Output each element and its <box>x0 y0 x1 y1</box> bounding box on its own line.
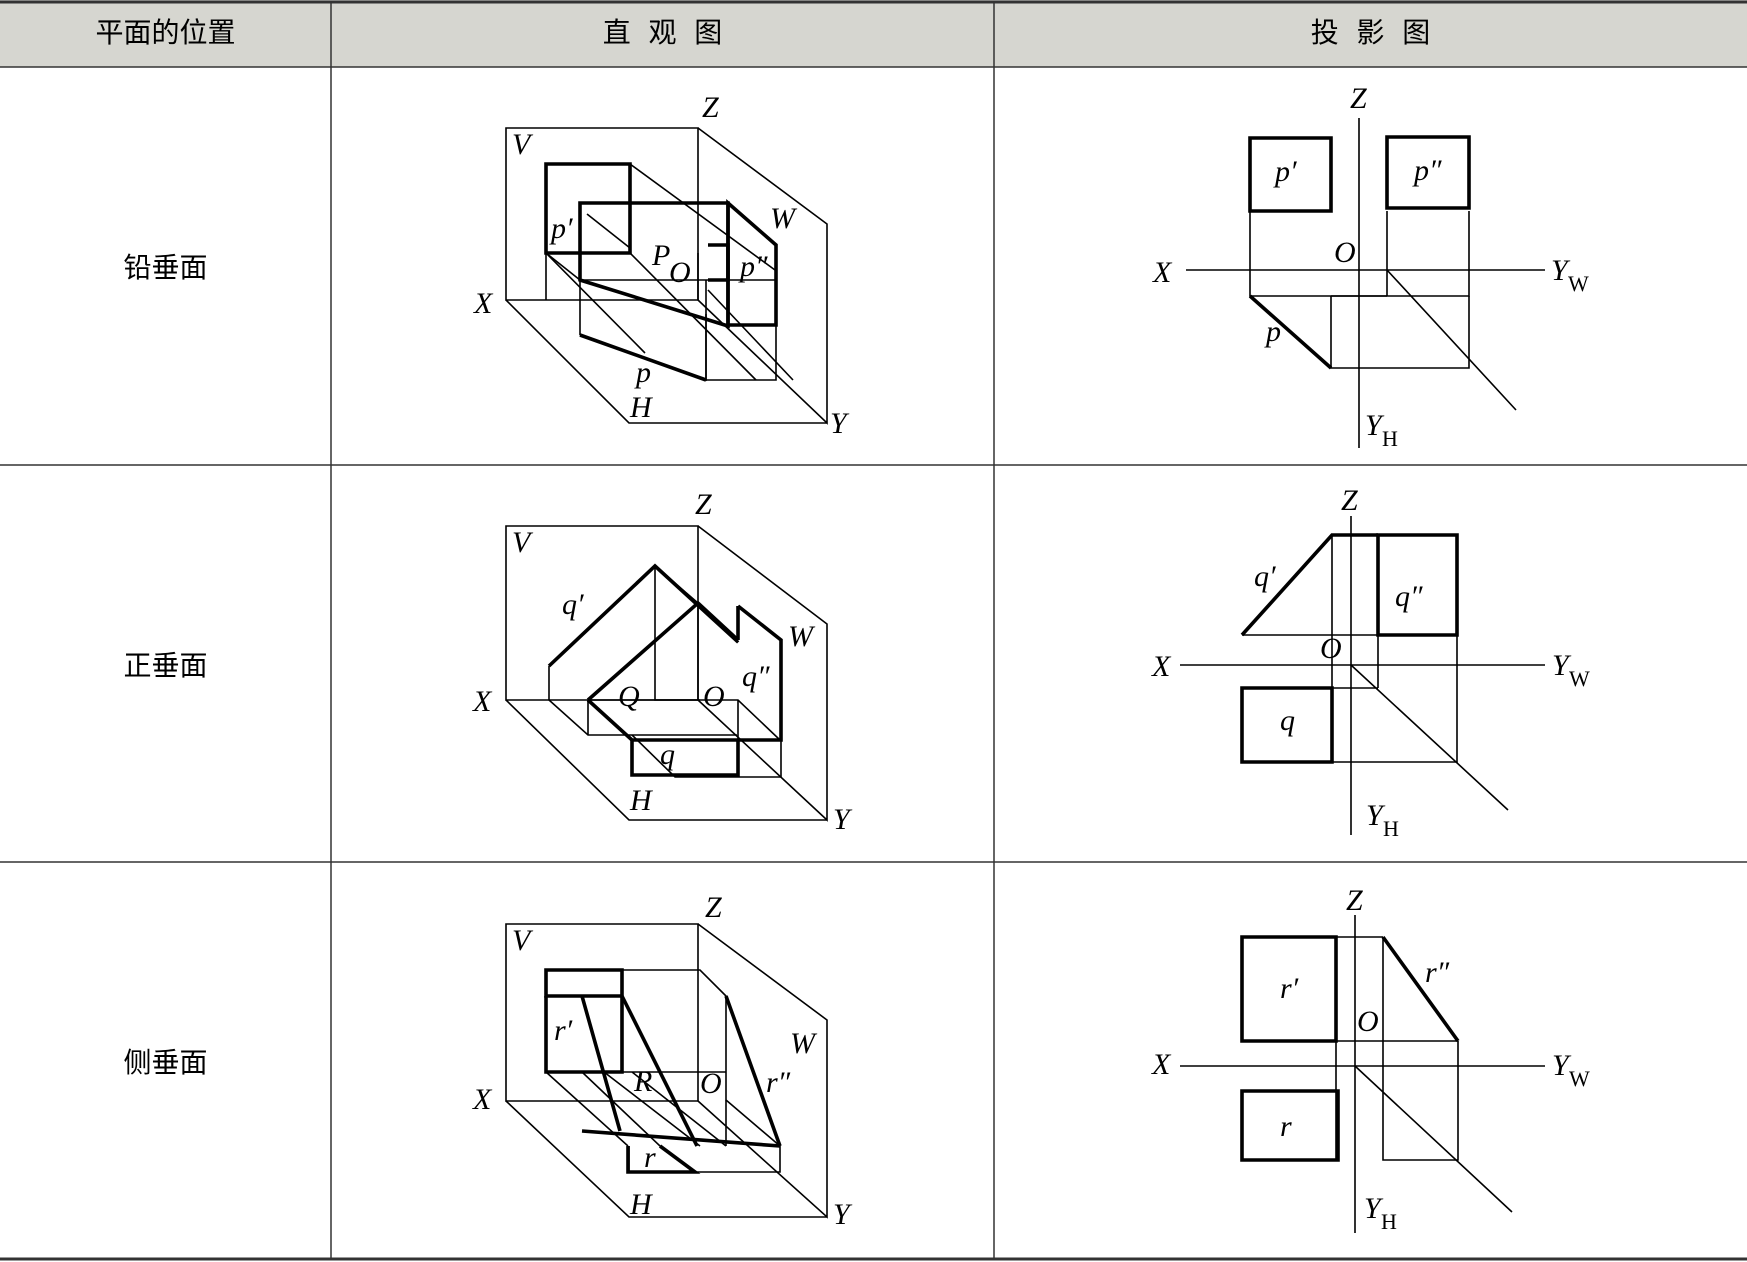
r1-iso-h: H <box>629 391 654 424</box>
r3-iso-w: W <box>790 1027 818 1060</box>
r2-proj-yw-sub: W <box>1569 666 1590 691</box>
r1-iso-front: p′ <box>549 212 573 245</box>
r1-proj-side: p″ <box>1412 154 1442 187</box>
r2-proj-front: q′ <box>1254 560 1276 593</box>
r1-iso-o: O <box>669 256 691 289</box>
r3-proj-yw-sub: W <box>1569 1066 1590 1091</box>
r1-proj-front: p′ <box>1273 155 1297 188</box>
row3-pictorial: V Z W X Y H O R r′ r″ r <box>472 891 853 1231</box>
r2-iso-x: X <box>472 685 493 718</box>
row1-projection: Z X O Y W Y H p′ p″ p <box>1152 82 1589 451</box>
r2-proj-z: Z <box>1341 484 1358 517</box>
r2-proj-x: X <box>1151 650 1172 683</box>
r3-proj-side: r″ <box>1425 956 1450 989</box>
r1-proj-o: O <box>1334 236 1356 269</box>
r1-iso-top: p <box>634 356 651 389</box>
r2-iso-z: Z <box>695 488 712 521</box>
r3-iso-y: Y <box>833 1198 853 1231</box>
r2-proj-top: q <box>1280 704 1295 737</box>
r2-iso-plane: Q <box>618 680 640 713</box>
r3-iso-front: r′ <box>554 1014 573 1047</box>
r2-iso-v: V <box>512 526 534 559</box>
r1-proj-yw-sub: W <box>1568 271 1589 296</box>
r1-proj-yh-sub: H <box>1382 426 1398 451</box>
row3-projection: Z X O Y W Y H r′ r″ r <box>1151 884 1590 1234</box>
r3-proj-yh-sub: H <box>1381 1209 1397 1234</box>
row2-pictorial: V Z W X Y H O Q q′ q″ q <box>472 488 853 836</box>
r1-iso-plane: P <box>651 239 670 272</box>
r3-iso-v: V <box>512 924 534 957</box>
r1-iso-side: p″ <box>738 250 768 283</box>
r1-iso-y: Y <box>830 407 850 440</box>
r1-iso-z: Z <box>702 91 719 124</box>
r2-proj-side: q″ <box>1395 580 1423 613</box>
r3-proj-z: Z <box>1346 884 1363 917</box>
r1-iso-w: W <box>770 202 798 235</box>
r1-proj-x: X <box>1152 256 1173 289</box>
r3-iso-h: H <box>629 1188 654 1221</box>
r2-iso-y: Y <box>833 803 853 836</box>
r3-iso-o: O <box>700 1067 722 1100</box>
r2-iso-top: q <box>660 738 675 771</box>
r3-iso-top: r <box>644 1141 656 1174</box>
r2-proj-o: O <box>1320 632 1342 665</box>
r1-proj-z: Z <box>1350 82 1367 115</box>
r1-iso-v: V <box>512 128 534 161</box>
r2-iso-side: q″ <box>742 660 770 693</box>
r3-proj-top: r <box>1280 1110 1292 1143</box>
drawings: V Z W X Y H O P p′ p″ p Z X O Y W Y H p′… <box>472 82 1590 1234</box>
r3-proj-x: X <box>1151 1048 1172 1081</box>
r3-iso-side: r″ <box>766 1066 791 1099</box>
r3-proj-front: r′ <box>1280 972 1299 1005</box>
r2-iso-h: H <box>629 784 654 817</box>
row1-pictorial: V Z W X Y H O P p′ p″ p <box>473 91 850 440</box>
r1-iso-x: X <box>473 287 494 320</box>
r1-proj-top: p <box>1264 315 1281 348</box>
r3-iso-z: Z <box>705 891 722 924</box>
r2-iso-front: q′ <box>562 588 584 621</box>
r2-proj-yh-sub: H <box>1383 816 1399 841</box>
r3-proj-o: O <box>1357 1005 1379 1038</box>
row2-projection: Z X O Y W Y H q′ q″ q <box>1151 484 1590 841</box>
r2-iso-w: W <box>788 620 816 653</box>
r3-iso-x: X <box>472 1083 493 1116</box>
r3-iso-plane: R <box>633 1065 652 1098</box>
r2-iso-o: O <box>703 680 725 713</box>
